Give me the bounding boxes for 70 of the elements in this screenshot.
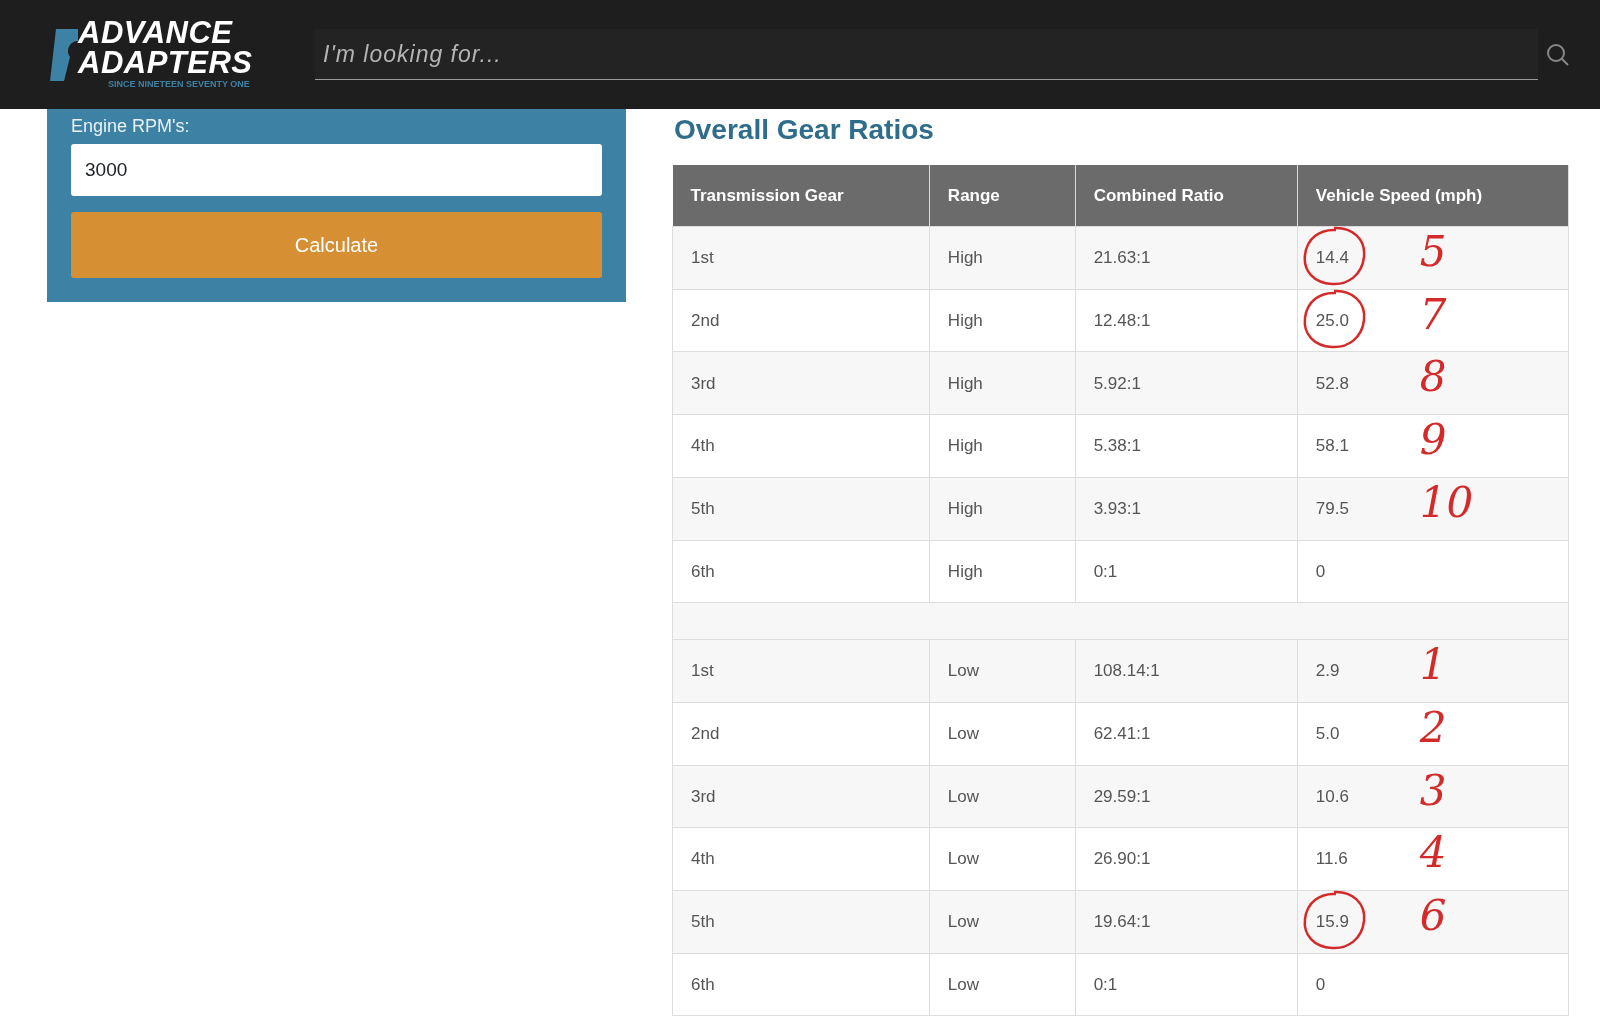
table-cell: 26.90:1 bbox=[1075, 827, 1298, 891]
table-cell: High bbox=[929, 289, 1076, 352]
table-cell: 3rd bbox=[672, 765, 930, 828]
table-cell: 1st bbox=[672, 639, 930, 703]
table-cell: 1st bbox=[672, 226, 930, 290]
table-cell: 62.41:1 bbox=[1075, 702, 1298, 766]
handwritten-number: 4 bbox=[1419, 832, 1447, 875]
table-cell: 10.6 bbox=[1315, 786, 1349, 806]
table-cell: 2.9 bbox=[1315, 661, 1340, 681]
section-title: Overall Gear Ratios bbox=[674, 113, 935, 147]
table-cell: 58.1 bbox=[1315, 436, 1349, 456]
table-cell: Low bbox=[929, 702, 1076, 766]
logo-text: ADVANCE bbox=[78, 17, 234, 48]
table-cell: 21.63:1 bbox=[1075, 226, 1298, 290]
table-cell: Low bbox=[929, 953, 1076, 1016]
table-cell: 52.8 bbox=[1315, 373, 1349, 393]
handwritten-number: 1 bbox=[1419, 644, 1447, 687]
search-field[interactable]: I'm looking for... bbox=[315, 28, 1538, 81]
table-cell: 15.9 bbox=[1315, 912, 1349, 932]
table-cell: 12.48:1 bbox=[1075, 289, 1298, 352]
table-cell: 6th bbox=[672, 953, 930, 1016]
handwritten-number: 2 bbox=[1419, 706, 1447, 749]
handwritten-number: 5 bbox=[1419, 231, 1447, 274]
table-cell: 2nd bbox=[672, 702, 930, 766]
column-header: Vehicle Speed (mph) bbox=[1297, 164, 1569, 227]
table-cell: 4th bbox=[672, 414, 930, 478]
table-cell: 25.0 bbox=[1315, 310, 1349, 330]
table-cell: 5.92:1 bbox=[1075, 351, 1298, 415]
table-cell: 0:1 bbox=[1075, 953, 1298, 1016]
handwritten-number: 8 bbox=[1419, 356, 1447, 399]
field-label: Engine RPM's: bbox=[71, 115, 191, 138]
table-cell: 3.93:1 bbox=[1075, 477, 1298, 541]
table-cell: High bbox=[929, 351, 1076, 415]
handwritten-number: 6 bbox=[1419, 894, 1447, 937]
table-cell: 6th bbox=[672, 540, 930, 603]
logo-tagline: SINCE NINETEEN SEVENTY ONE bbox=[108, 77, 251, 91]
table-cell: High bbox=[929, 414, 1076, 478]
table-cell: 0 bbox=[1315, 561, 1326, 581]
rpm-input[interactable]: 3000 bbox=[71, 144, 602, 196]
table-cell: High bbox=[929, 540, 1076, 603]
table-cell: 5th bbox=[672, 890, 930, 954]
column-header: Combined Ratio bbox=[1075, 164, 1298, 227]
handwritten-number: 9 bbox=[1419, 419, 1447, 462]
column-header: Range bbox=[929, 164, 1076, 227]
table-cell: Low bbox=[929, 890, 1076, 954]
table-cell: 14.4 bbox=[1315, 248, 1349, 268]
table-cell: 19.64:1 bbox=[1075, 890, 1298, 954]
table-cell: 3rd bbox=[672, 351, 930, 415]
table-cell: High bbox=[929, 226, 1076, 290]
table-cell: 0:1 bbox=[1075, 540, 1298, 603]
handwritten-number: 3 bbox=[1419, 769, 1447, 812]
table-cell: Low bbox=[929, 765, 1076, 828]
table-cell: Low bbox=[929, 639, 1076, 703]
logo-text: ADAPTERS bbox=[78, 47, 253, 78]
column-header: Transmission Gear bbox=[672, 164, 930, 227]
table-cell: 108.14:1 bbox=[1075, 639, 1298, 703]
table-cell: 5th bbox=[672, 477, 930, 541]
table-cell: 5.0 bbox=[1315, 724, 1340, 743]
table-cell: 4th bbox=[672, 827, 930, 891]
handwritten-number: 10 bbox=[1419, 481, 1474, 524]
table-cell: 11.6 bbox=[1315, 849, 1348, 869]
table-cell: High bbox=[929, 477, 1076, 541]
search-icon[interactable] bbox=[1546, 42, 1570, 67]
table-cell: 79.5 bbox=[1315, 498, 1349, 518]
table-cell: 5.38:1 bbox=[1075, 414, 1298, 478]
handwritten-number: 7 bbox=[1419, 293, 1447, 336]
table-cell: 2nd bbox=[672, 289, 930, 352]
table-cell: 29.59:1 bbox=[1075, 765, 1298, 828]
table-cell: Low bbox=[929, 827, 1076, 891]
table-cell: 0 bbox=[1315, 974, 1326, 994]
